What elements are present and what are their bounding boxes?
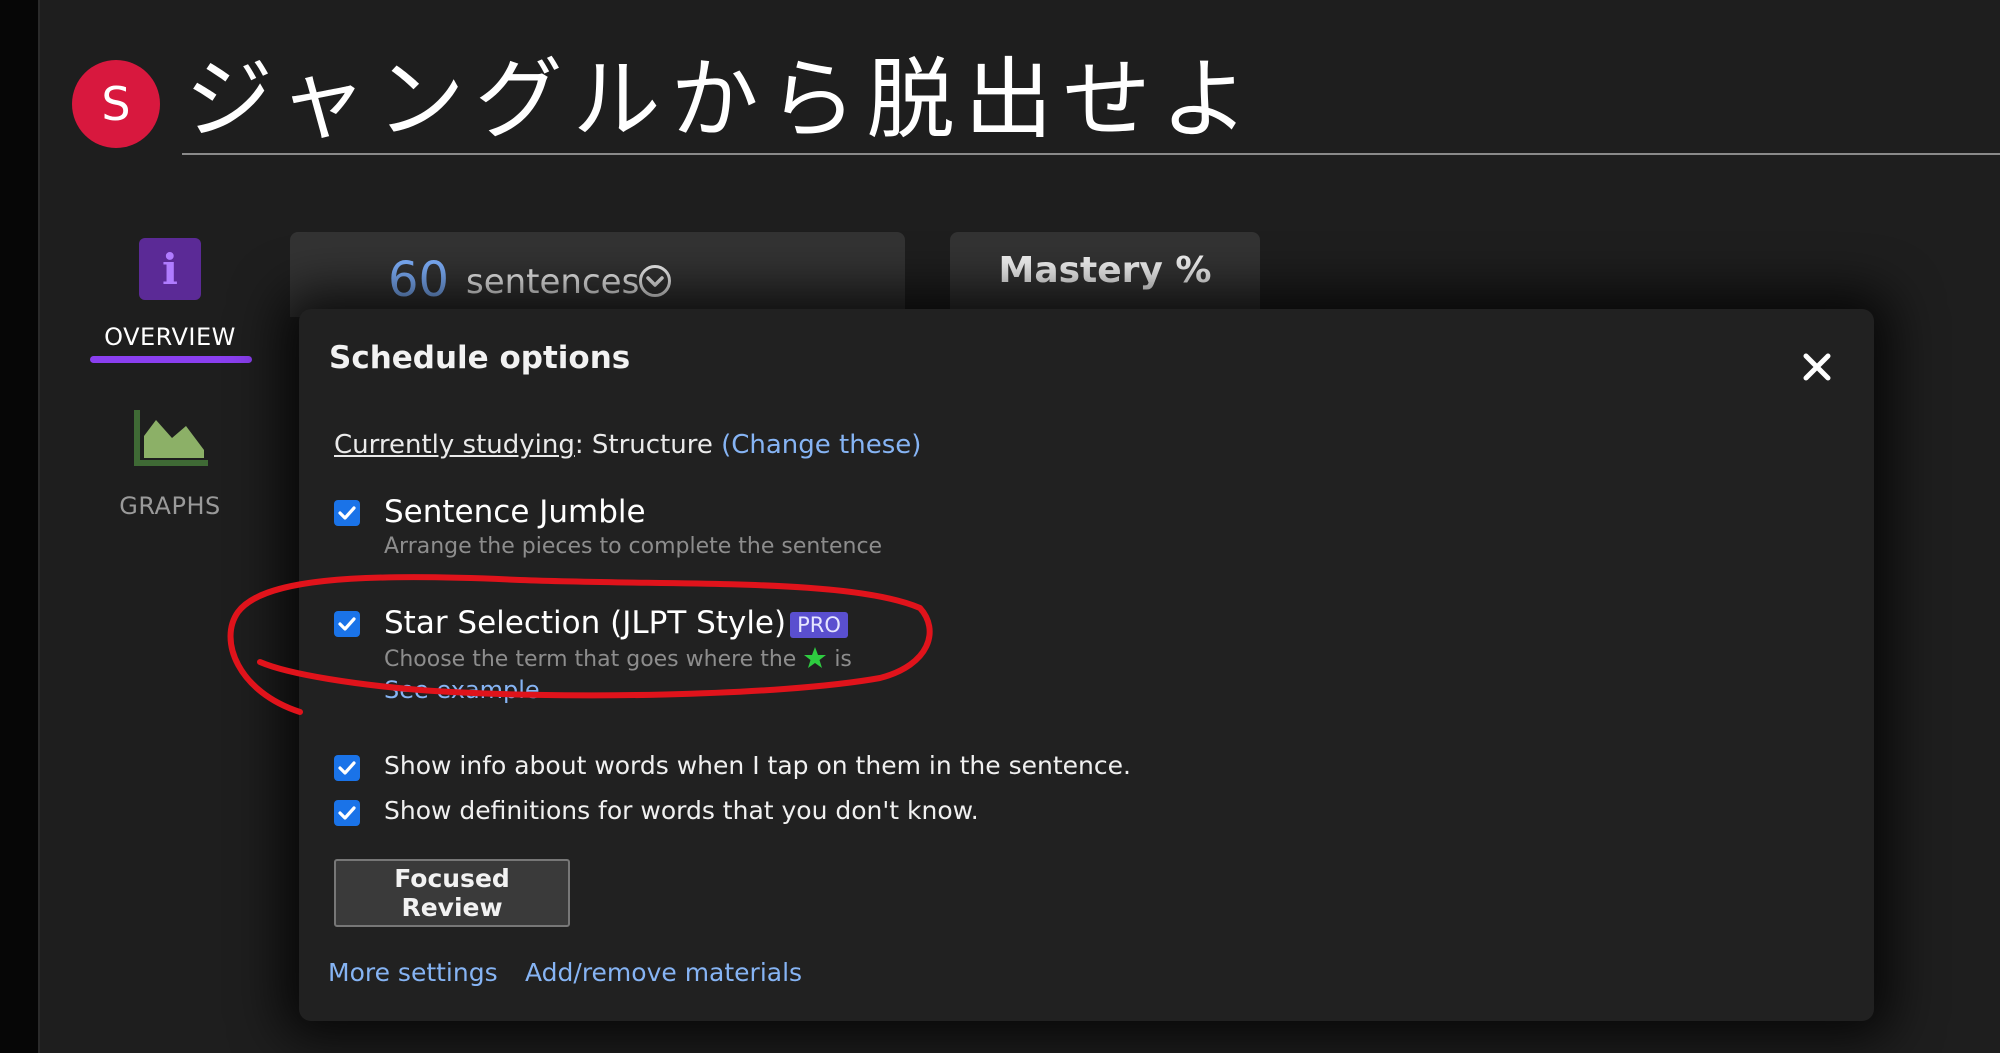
more-settings-link[interactable]: More settings xyxy=(328,958,498,987)
chevron-down-circle-icon[interactable] xyxy=(638,264,672,298)
checkmark-icon xyxy=(338,806,356,820)
star-selection-desc-before: Choose the term that goes where the xyxy=(384,647,797,672)
mastery-title: Mastery % xyxy=(998,250,1212,291)
studying-separator: : xyxy=(574,430,584,460)
show-definitions-label: Show definitions for words that you don'… xyxy=(384,796,979,825)
checkmark-icon xyxy=(338,761,356,775)
currently-studying: Currently studying: Structure (Change th… xyxy=(334,430,921,460)
pro-badge: PRO xyxy=(790,611,848,638)
page-title: ジャングルから脱出せよ xyxy=(185,48,1259,151)
sentence-count: 60 xyxy=(388,252,450,308)
checkmark-icon xyxy=(338,617,356,631)
sentence-jumble-desc: Arrange the pieces to complete the sente… xyxy=(384,534,883,559)
star-selection-desc-after: is xyxy=(834,647,852,672)
title-divider xyxy=(182,153,2000,155)
star-icon xyxy=(804,647,827,668)
star-selection-desc: Choose the term that goes where the is xyxy=(384,646,852,672)
focused-review-button[interactable]: Focused Review xyxy=(334,859,570,927)
studying-value: Structure xyxy=(591,430,713,460)
nav-overview-active-indicator xyxy=(90,356,252,363)
studying-label: Currently studying xyxy=(334,430,575,460)
show-word-info-checkbox[interactable] xyxy=(334,755,360,781)
dialog-title: Schedule options xyxy=(329,340,631,376)
sentence-jumble-checkbox[interactable] xyxy=(334,500,360,526)
sentence-jumble-title: Sentence Jumble xyxy=(384,494,646,530)
left-edge-bar xyxy=(0,0,40,1053)
close-icon[interactable] xyxy=(1800,350,1834,384)
show-word-info-label: Show info about words when I tap on them… xyxy=(384,751,1131,780)
show-definitions-checkbox[interactable] xyxy=(334,800,360,826)
star-selection-title-text: Star Selection (JLPT Style) xyxy=(384,605,787,641)
star-selection-title: Star Selection (JLPT Style) PRO xyxy=(384,605,848,641)
nav-graphs-label[interactable]: GRAPHS xyxy=(70,492,270,520)
star-selection-checkbox[interactable] xyxy=(334,611,360,637)
change-these-link[interactable]: (Change these) xyxy=(721,430,921,460)
see-example-link[interactable]: See example xyxy=(384,676,540,704)
sentence-unit-label: sentences xyxy=(466,262,640,302)
nav-overview-label[interactable]: OVERVIEW xyxy=(70,323,270,351)
avatar[interactable]: S xyxy=(72,60,160,148)
area-chart-icon[interactable] xyxy=(134,410,208,466)
info-icon[interactable]: i xyxy=(139,238,201,300)
add-remove-materials-link[interactable]: Add/remove materials xyxy=(525,958,802,987)
checkmark-icon xyxy=(338,506,356,520)
